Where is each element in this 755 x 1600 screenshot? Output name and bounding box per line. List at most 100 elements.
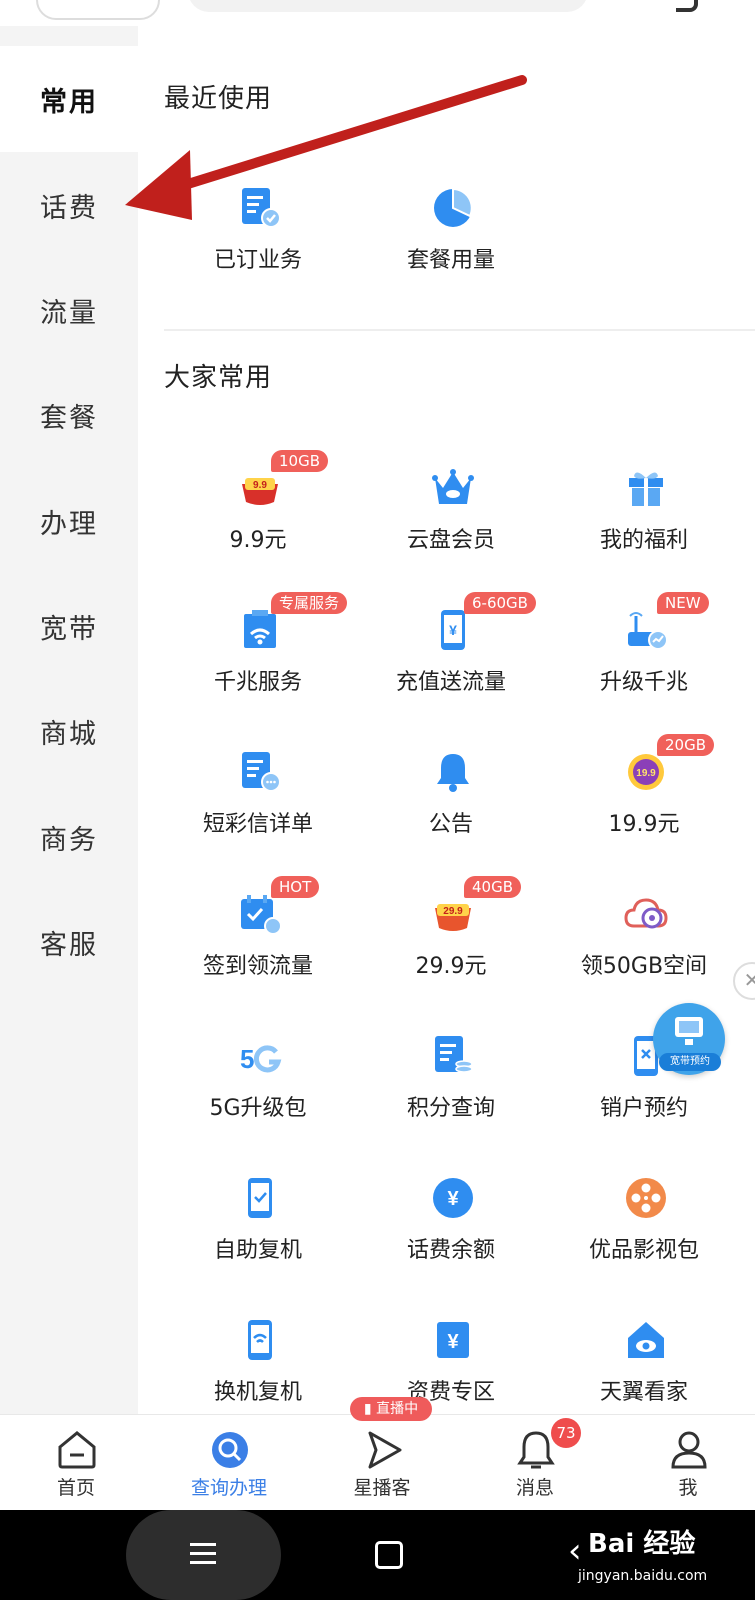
broadband-booking-float[interactable]: 宽带预约: [653, 1003, 725, 1075]
sidebar-item-handle[interactable]: 办理: [0, 468, 138, 574]
tab-label: 星播客: [353, 1477, 411, 1499]
tab-home[interactable]: 首页: [1, 1415, 151, 1511]
svg-text:5: 5: [240, 1044, 254, 1074]
tab-star-broadcast[interactable]: 星播客: [307, 1415, 457, 1511]
message-doc-icon: [242, 752, 281, 792]
tile-label: 套餐用量: [406, 248, 495, 273]
bottom-tab-bar: 首页 查询办理 星播客 消息 我: [0, 1414, 755, 1511]
main-content: 最近使用 已订业务 套餐用量 大家常用 9.9 10GB 9.9元 云盘会员 我…: [138, 26, 755, 1414]
tile-label: 话费余额: [406, 1238, 495, 1263]
coin-19-9-icon: 19.9: [628, 754, 664, 790]
subscribed-services-icon: [242, 188, 281, 228]
popular-item-home-watch[interactable]: 天翼看家: [549, 1318, 739, 1414]
svg-text:¥: ¥: [449, 622, 457, 638]
popular-item-5g-package[interactable]: 5 5G升级包: [163, 1034, 353, 1174]
user-icon: [671, 1431, 707, 1469]
yuan-book-icon: ¥: [437, 1322, 469, 1358]
sidebar-item-phone-fee[interactable]: 话费: [0, 152, 138, 258]
popular-item-welfare[interactable]: 我的福利: [549, 466, 739, 606]
tile-label: 天翼看家: [599, 1380, 688, 1405]
popular-section-title: 大家常用: [164, 363, 273, 393]
badge: 专属服务: [271, 592, 348, 614]
message-count-badge: 73: [551, 1418, 581, 1448]
recent-item-plan-usage[interactable]: 套餐用量: [356, 186, 546, 326]
phone-wifi-icon: [248, 1320, 272, 1360]
sidebar-item-data[interactable]: 流量: [0, 257, 138, 363]
tab-me[interactable]: 我: [613, 1415, 755, 1511]
tile-label: 19.9元: [608, 812, 680, 837]
tile-label: 领50GB空间: [580, 954, 708, 979]
tile-label: 千兆服务: [213, 670, 302, 695]
bell-icon: [437, 754, 469, 792]
popular-item-self-restore[interactable]: 自助复机: [163, 1176, 353, 1316]
tile-label: 签到领流量: [202, 954, 313, 979]
popular-item-cloud-member[interactable]: 云盘会员: [356, 466, 546, 606]
tile-label: 9.9元: [229, 528, 287, 553]
svg-text:19.9: 19.9: [636, 768, 656, 779]
tile-label: 我的福利: [599, 528, 688, 553]
popular-item-recharge-data[interactable]: ¥ 6-60GB 充值送流量: [356, 592, 546, 748]
category-sidebar: 常用 话费 流量 套餐 办理 宽带 商城 商务 客服: [0, 26, 138, 1414]
scan-icon[interactable]: [676, 0, 698, 12]
sidebar-item-service[interactable]: 客服: [0, 889, 138, 995]
tile-label: 云盘会员: [406, 528, 495, 553]
sidebar-item-business[interactable]: 商务: [0, 784, 138, 890]
points-doc-icon: [435, 1036, 473, 1073]
tile-label: 优品影视包: [588, 1238, 699, 1263]
popular-item-announcement[interactable]: 公告: [356, 750, 546, 890]
tab-messages[interactable]: 消息: [460, 1415, 610, 1511]
5g-icon: 5: [240, 1044, 282, 1074]
coin-29-9-icon: 29.9: [435, 904, 471, 931]
tile-label: 自助复机: [213, 1238, 302, 1263]
popular-item-19-9[interactable]: 19.9 20GB 19.9元: [549, 734, 739, 890]
cloud-disk-icon: [624, 898, 668, 929]
badge: 6-60GB: [464, 592, 536, 614]
svg-text:29.9: 29.9: [443, 906, 463, 917]
back-nav-button[interactable]: ‹: [568, 1534, 582, 1568]
popular-item-sms-detail[interactable]: 短彩信详单: [163, 750, 353, 890]
recent-item-subscribed[interactable]: 已订业务: [163, 186, 353, 326]
sidebar-item-common[interactable]: 常用: [0, 46, 138, 152]
recent-apps-button[interactable]: [126, 1510, 281, 1600]
live-badge: ▮ 直播中: [350, 1397, 432, 1421]
tile-label: 充值送流量: [395, 670, 506, 695]
crown-cloud-icon: [432, 469, 474, 504]
popular-item-checkin-data[interactable]: HOT 签到领流量: [163, 876, 353, 1032]
svg-text:9.9: 9.9: [253, 480, 267, 491]
popular-item-gigabit-service[interactable]: 专属服务 千兆服务: [163, 592, 353, 748]
top-bar: [0, 0, 755, 27]
live-badge-text: 直播中: [376, 1401, 419, 1417]
tab-label: 首页: [56, 1477, 95, 1499]
svg-text:¥: ¥: [447, 1188, 459, 1210]
tile-label: 积分查询: [406, 1096, 495, 1121]
query-icon: [212, 1432, 248, 1468]
baidu-watermark-url: jingyan.baidu.com: [578, 1568, 708, 1584]
tile-label: 短彩信详单: [202, 812, 313, 837]
popular-item-video-package[interactable]: 优品影视包: [549, 1176, 739, 1316]
location-selector[interactable]: [36, 0, 160, 20]
section-divider: [164, 329, 755, 331]
badge: 40GB: [464, 876, 522, 898]
popular-item-29-9[interactable]: 29.9 40GB 29.9元: [356, 876, 546, 1032]
badge: 20GB: [657, 734, 715, 756]
search-input[interactable]: [188, 0, 588, 12]
popular-item-points[interactable]: 积分查询: [356, 1034, 546, 1174]
home-nav-button[interactable]: [375, 1541, 403, 1569]
tile-label: 公告: [428, 812, 473, 837]
computer-icon: [675, 1017, 703, 1045]
badge: 10GB: [271, 450, 329, 472]
svg-text:¥: ¥: [447, 1331, 459, 1353]
popular-item-9-9[interactable]: 9.9 10GB 9.9元: [163, 450, 353, 606]
tab-label: 我: [678, 1477, 698, 1499]
tab-query[interactable]: 查询办理: [154, 1415, 304, 1511]
tab-label: 消息: [515, 1477, 554, 1499]
menu-icon: [190, 1543, 216, 1564]
sidebar-item-mall[interactable]: 商城: [0, 678, 138, 784]
popular-item-balance[interactable]: ¥ 话费余额: [356, 1176, 546, 1316]
yuan-circle-icon: ¥: [433, 1178, 473, 1218]
sidebar-item-plan[interactable]: 套餐: [0, 362, 138, 468]
badge: HOT: [271, 876, 320, 898]
popular-item-upgrade-gigabit[interactable]: NEW 升级千兆: [549, 592, 739, 748]
sidebar-item-broadband[interactable]: 宽带: [0, 573, 138, 679]
popular-item-change-phone[interactable]: 换机复机: [163, 1318, 353, 1414]
